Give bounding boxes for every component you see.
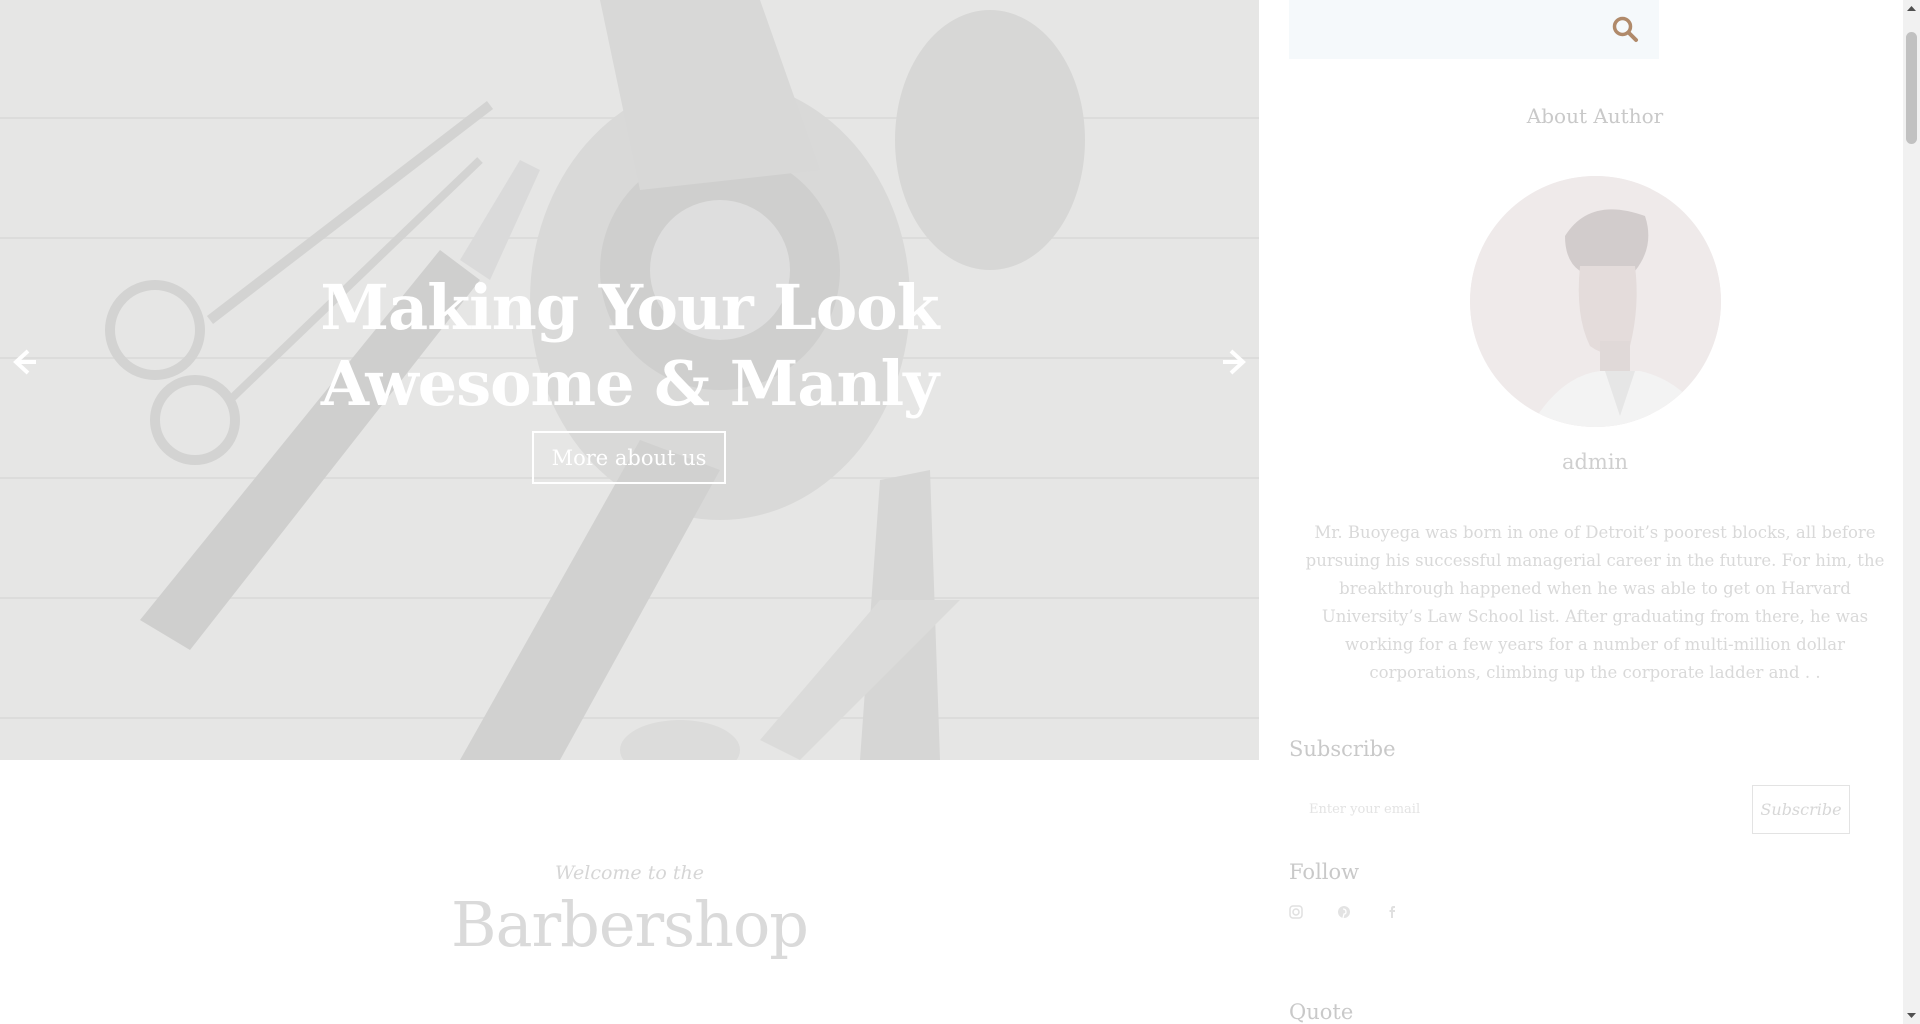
search-box [1289, 0, 1659, 59]
instagram-icon[interactable] [1289, 905, 1303, 919]
welcome-title: Barbershop [451, 888, 809, 961]
hero-title-line-1: Making Your Look [320, 270, 939, 344]
hero-title: Making Your Look Awesome & Manly [0, 270, 1259, 422]
search-input[interactable] [1289, 0, 1599, 59]
search-icon[interactable] [1610, 14, 1640, 44]
facebook-icon[interactable] [1385, 905, 1399, 919]
scrollbar-thumb[interactable] [1906, 32, 1917, 144]
author-name: admin [1561, 450, 1629, 474]
scrollbar[interactable] [1903, 0, 1920, 1024]
pinterest-icon[interactable] [1337, 905, 1351, 919]
subscribe-button[interactable]: Subscribe [1752, 785, 1850, 834]
arrow-left-icon[interactable] [6, 345, 40, 379]
follow-title: Follow [1289, 860, 1360, 884]
author-bio: Mr. Buoyega was born in one of Detroit’s… [1305, 522, 1885, 682]
author-portrait [1470, 176, 1721, 427]
scroll-up-arrow-icon[interactable] [1903, 0, 1920, 17]
about-author-title: About Author [1526, 104, 1664, 128]
hero-slider: Making Your Look Awesome & Manly More ab… [0, 0, 1259, 760]
more-about-us-button[interactable]: More about us [532, 431, 726, 484]
subscribe-title: Subscribe [1289, 737, 1396, 761]
hero-title-line-2: Awesome & Manly [320, 346, 939, 420]
arrow-right-icon[interactable] [1219, 345, 1253, 379]
quote-title: Quote [1289, 1000, 1354, 1024]
email-field[interactable] [1289, 785, 1749, 833]
scroll-down-arrow-icon[interactable] [1903, 1007, 1920, 1024]
welcome-subtitle: Welcome to the [555, 862, 704, 884]
avatar [1470, 176, 1721, 427]
